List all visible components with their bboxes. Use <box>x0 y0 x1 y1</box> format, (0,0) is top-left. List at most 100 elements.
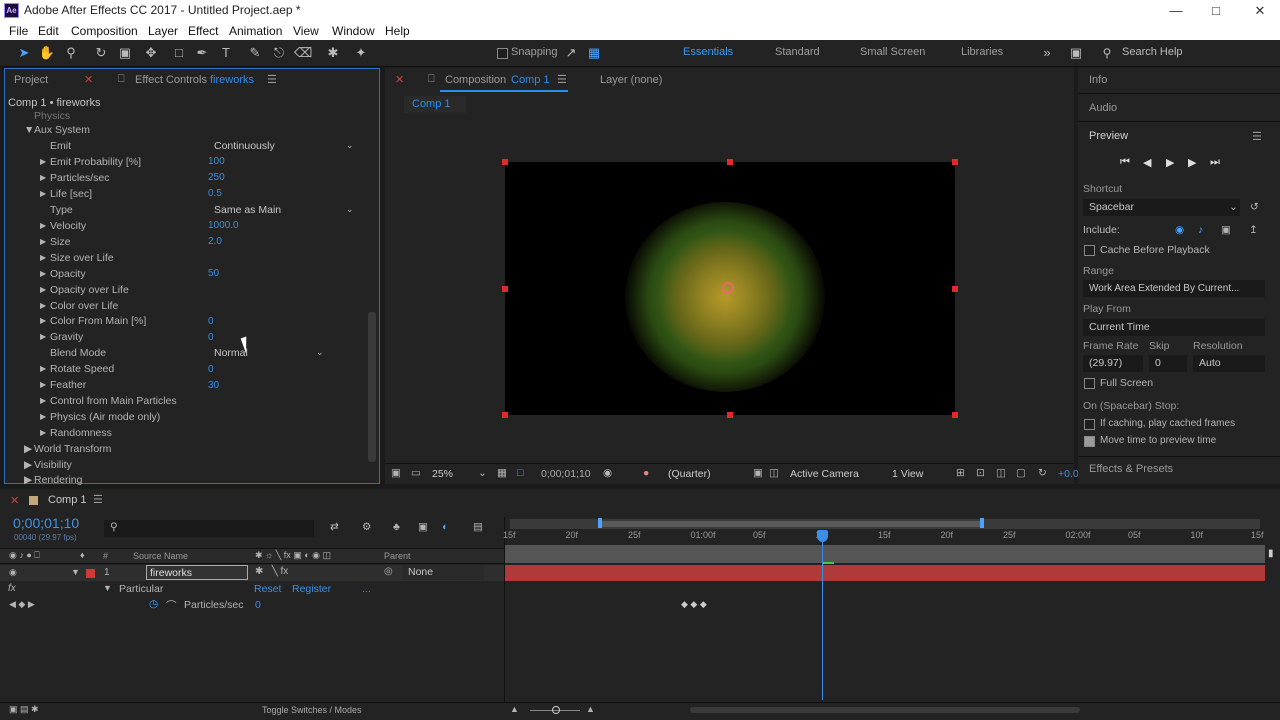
tab-layer[interactable]: Layer (none) <box>600 74 662 86</box>
property-value[interactable]: 100 <box>208 156 225 167</box>
include-overlays-icon[interactable]: ▣ <box>1221 224 1231 236</box>
layer-switch-icons[interactable]: ✱ ╲ fx <box>255 566 288 577</box>
menu-composition[interactable]: Composition <box>71 24 138 38</box>
cache-before-playback-checkbox[interactable] <box>1084 245 1095 256</box>
snap-features-icon[interactable]: ▦ <box>585 44 603 62</box>
work-area-bar[interactable] <box>505 545 1265 563</box>
transparency-grid-icon[interactable]: ◫ <box>769 467 779 479</box>
comp-viewer[interactable] <box>505 162 955 415</box>
property-value[interactable]: 0 <box>208 332 214 343</box>
exposure-value[interactable]: +0.0 <box>1058 468 1079 480</box>
expand-arrow-icon[interactable]: ▶ <box>40 173 46 182</box>
current-time-display[interactable]: 0;00;01;10 <box>541 468 591 480</box>
snap-edges-icon[interactable]: ↗ <box>562 44 580 62</box>
scroll-marker-icon[interactable]: ▮ <box>1268 548 1274 559</box>
keyframe-navigator-icon[interactable]: ◀ ◆ ▶ <box>9 599 35 610</box>
effect-register-link[interactable]: Register <box>292 583 331 595</box>
resolution-dropdown[interactable]: Auto <box>1193 355 1265 372</box>
playhead-handle[interactable] <box>817 530 828 542</box>
close-tab-icon[interactable]: ✕ <box>10 494 19 507</box>
expand-arrow-icon[interactable]: ▶ <box>40 253 46 262</box>
navigator-start-handle[interactable] <box>598 518 602 528</box>
parent-pickwhip-icon[interactable]: ◎ <box>384 566 393 577</box>
previous-frame-icon[interactable]: ◀ <box>1143 156 1151 169</box>
workspace-small-screen[interactable]: Small Screen <box>860 46 925 58</box>
toggle-pixel-icon[interactable]: ⊞ <box>956 467 965 479</box>
property-value[interactable]: 0.5 <box>208 188 222 199</box>
panel-menu-icon[interactable]: ☰ <box>557 73 567 86</box>
snapshot-icon[interactable]: ◉ <box>603 467 612 479</box>
timeline-icon[interactable]: ▢ <box>1016 467 1026 479</box>
effect-reset-link[interactable]: Reset <box>254 583 281 595</box>
scrollbar[interactable] <box>368 312 376 462</box>
property-value[interactable]: 0 <box>255 599 261 611</box>
transform-handle[interactable] <box>952 412 958 418</box>
search-help-input[interactable]: Search Help <box>1122 46 1183 58</box>
move-time-checkbox[interactable] <box>1084 436 1095 447</box>
expand-arrow-icon[interactable]: ▶ <box>40 364 46 373</box>
exposure-icon[interactable]: ↻ <box>1038 467 1047 479</box>
menu-effect[interactable]: Effect <box>188 24 218 38</box>
type-tool-icon[interactable]: T <box>217 44 235 62</box>
panel-menu-icon[interactable]: ☰ <box>267 73 277 86</box>
roto-brush-tool-icon[interactable]: ✱ <box>324 44 342 62</box>
property-dropdown[interactable]: Normal <box>214 347 326 361</box>
shortcut-dropdown[interactable]: Spacebar <box>1083 199 1240 216</box>
aux-system-group[interactable]: Aux System <box>34 124 90 136</box>
footer-toggle-icons[interactable]: ▣ ▤ ✱ <box>9 704 39 715</box>
expand-arrow-icon[interactable]: ▶ <box>40 380 46 389</box>
rendering-group[interactable]: Rendering <box>34 474 82 486</box>
expand-arrow-icon[interactable]: ▶ <box>40 237 46 246</box>
transform-handle[interactable] <box>727 412 733 418</box>
info-panel-tab[interactable]: Info <box>1089 74 1107 86</box>
property-value[interactable]: 2.0 <box>208 236 222 247</box>
comp-mini-flowchart-icon[interactable]: ⇄ <box>330 521 339 533</box>
range-dropdown[interactable]: Work Area Extended By Current... <box>1083 280 1265 297</box>
lock-icon[interactable]: ⎕ <box>118 73 125 86</box>
close-tab-icon[interactable]: ✕ <box>395 73 404 86</box>
last-frame-icon[interactable]: ⏭ <box>1210 156 1220 169</box>
parent-dropdown[interactable]: None <box>402 565 484 580</box>
pen-tool-icon[interactable]: ✒ <box>193 44 211 62</box>
workspace-standard[interactable]: Standard <box>775 46 820 58</box>
expand-arrow-icon[interactable]: ▶ <box>40 301 46 310</box>
expand-arrow-icon[interactable]: ▶ <box>40 412 46 421</box>
anchor-point-icon[interactable] <box>722 282 734 294</box>
menu-view[interactable]: View <box>293 24 319 38</box>
toggle-switches-modes-button[interactable]: Toggle Switches / Modes <box>262 705 362 715</box>
snapping-checkbox[interactable] <box>497 48 508 59</box>
close-icon[interactable]: ✕ <box>1245 1 1275 20</box>
lock-icon[interactable]: ⎕ <box>428 73 435 86</box>
menu-layer[interactable]: Layer <box>148 24 178 38</box>
resolution-dropdown[interactable]: (Quarter) <box>668 468 711 480</box>
timeline-scrollbar[interactable] <box>690 707 1080 713</box>
zoom-in-icon[interactable]: ▲ <box>586 704 595 714</box>
workspace-more-icon[interactable]: » <box>1038 44 1056 62</box>
column-parent[interactable]: Parent <box>384 551 411 561</box>
first-frame-icon[interactable]: ⏮ <box>1120 156 1130 169</box>
zoom-tool-icon[interactable]: ⚲ <box>62 44 80 62</box>
expand-arrow-icon[interactable]: ▶ <box>24 459 32 471</box>
safe-margins-icon[interactable]: ▦ <box>497 467 507 479</box>
skip-dropdown[interactable]: 0 <box>1149 355 1187 372</box>
expand-arrow-icon[interactable]: ▶ <box>40 221 46 230</box>
view-layout-dropdown[interactable]: 1 View <box>892 468 923 480</box>
graph-editor-icon[interactable]: ▤ <box>473 521 483 533</box>
play-from-dropdown[interactable]: Current Time <box>1083 319 1265 336</box>
color-channels-icon[interactable]: ● <box>643 467 649 479</box>
include-layer-controls-icon[interactable]: ↥ <box>1249 224 1258 236</box>
effect-name[interactable]: Particular <box>119 583 163 595</box>
camera-dropdown[interactable]: Active Camera <box>790 468 859 480</box>
property-value[interactable]: 250 <box>208 172 225 183</box>
camera-tool-icon[interactable]: ▣ <box>116 44 134 62</box>
world-transform-group[interactable]: World Transform <box>34 443 111 455</box>
transform-handle[interactable] <box>502 286 508 292</box>
graph-icon[interactable]: ⌒ <box>166 598 177 613</box>
hand-tool-icon[interactable]: ✋ <box>38 44 56 62</box>
expand-arrow-icon[interactable]: ▶ <box>40 428 46 437</box>
column-source-name[interactable]: Source Name <box>133 551 188 561</box>
expand-arrow-icon[interactable]: ▼ <box>71 567 80 577</box>
layer-duration-bar[interactable] <box>505 565 1265 581</box>
frame-blending-icon[interactable]: ▣ <box>418 521 428 533</box>
property-dropdown[interactable]: Same as Main <box>214 204 356 218</box>
